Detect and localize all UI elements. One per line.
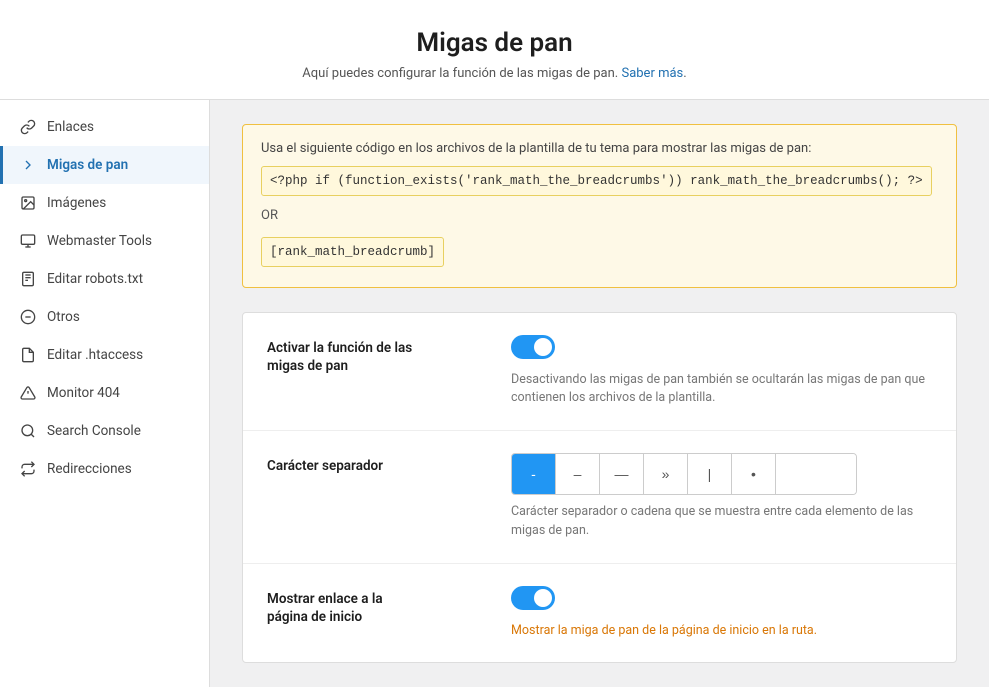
- page-subtitle: Aquí puedes configurar la función de las…: [20, 66, 969, 81]
- otros-icon: [19, 308, 37, 326]
- toggle-inicio[interactable]: [511, 586, 555, 610]
- sep-btn-dash[interactable]: -: [512, 454, 556, 494]
- settings-section: Activar la función de lasmigas de pan De…: [242, 312, 957, 664]
- sidebar-label-enlaces: Enlaces: [47, 119, 94, 135]
- sep-btn-em-dash[interactable]: —: [600, 454, 644, 494]
- separator-buttons: - – — » | •: [511, 453, 857, 495]
- sidebar-item-monitor404[interactable]: Monitor 404: [0, 374, 209, 412]
- section-label-separador: Carácter separador: [267, 453, 487, 476]
- sidebar-item-redirecciones[interactable]: Redirecciones: [0, 450, 209, 488]
- toggle-activar[interactable]: [511, 335, 555, 359]
- search-console-icon: [19, 422, 37, 440]
- section-content-separador: - – — » | • Carácter separador o cadena …: [511, 453, 932, 541]
- sidebar-item-search-console[interactable]: Search Console: [0, 412, 209, 450]
- sidebar-label-htaccess: Editar .htaccess: [47, 347, 143, 363]
- sep-btn-custom-input[interactable]: [776, 454, 856, 494]
- sep-btn-pipe[interactable]: |: [688, 454, 732, 494]
- sidebar-label-webmaster: Webmaster Tools: [47, 233, 152, 249]
- section-row-activar: Activar la función de lasmigas de pan De…: [243, 313, 956, 432]
- sidebar-label-imagenes: Imágenes: [47, 195, 106, 211]
- page-body: Enlaces Migas de pan: [0, 100, 989, 687]
- sidebar-label-otros: Otros: [47, 309, 80, 325]
- section-label-activar: Activar la función de lasmigas de pan: [267, 335, 487, 377]
- htaccess-icon: [19, 346, 37, 364]
- section-content-inicio: Mostrar la miga de pan de la página de i…: [511, 586, 932, 641]
- desc-activar: Desactivando las migas de pan también se…: [511, 371, 932, 409]
- page-title: Migas de pan: [20, 28, 969, 58]
- breadcrumb-icon: [19, 156, 37, 174]
- sidebar-item-otros[interactable]: Otros: [0, 298, 209, 336]
- page-header: Migas de pan Aquí puedes configurar la f…: [0, 0, 989, 100]
- sidebar-label-migas: Migas de pan: [47, 157, 128, 173]
- sidebar-item-imagenes[interactable]: Imágenes: [0, 184, 209, 222]
- sidebar-item-htaccess[interactable]: Editar .htaccess: [0, 336, 209, 374]
- page-container: Migas de pan Aquí puedes configurar la f…: [0, 0, 989, 687]
- sidebar-label-monitor: Monitor 404: [47, 385, 120, 401]
- info-box: Usa el siguiente código en los archivos …: [242, 124, 957, 288]
- code-line-2[interactable]: [rank_math_breadcrumb]: [261, 237, 444, 267]
- sidebar: Enlaces Migas de pan: [0, 100, 210, 687]
- redirecciones-icon: [19, 460, 37, 478]
- code-line-1[interactable]: <?php if (function_exists('rank_math_the…: [261, 166, 932, 196]
- sidebar-item-webmaster[interactable]: Webmaster Tools: [0, 222, 209, 260]
- desc-separador: Carácter separador o cadena que se muest…: [511, 503, 932, 541]
- sep-btn-raquo[interactable]: »: [644, 454, 688, 494]
- sidebar-label-search-console: Search Console: [47, 423, 141, 439]
- section-label-inicio: Mostrar enlace a lapágina de inicio: [267, 586, 487, 628]
- section-row-inicio: Mostrar enlace a lapágina de inicio Most…: [243, 564, 956, 663]
- section-content-activar: Desactivando las migas de pan también se…: [511, 335, 932, 409]
- sep-btn-en-dash[interactable]: –: [556, 454, 600, 494]
- sidebar-item-robots[interactable]: Editar robots.txt: [0, 260, 209, 298]
- saber-mas-link[interactable]: Saber más: [621, 66, 683, 81]
- main-content: Usa el siguiente código en los archivos …: [210, 100, 989, 687]
- sidebar-item-migas-de-pan[interactable]: Migas de pan: [0, 146, 209, 184]
- sidebar-item-enlaces[interactable]: Enlaces: [0, 108, 209, 146]
- sidebar-label-redirecciones: Redirecciones: [47, 461, 132, 477]
- webmaster-icon: [19, 232, 37, 250]
- monitor-icon: [19, 384, 37, 402]
- robots-icon: [19, 270, 37, 288]
- link-icon: [19, 118, 37, 136]
- desc-inicio: Mostrar la miga de pan de la página de i…: [511, 622, 932, 641]
- or-divider: OR: [261, 206, 938, 227]
- section-row-separador: Carácter separador - – — » | • Carácter …: [243, 431, 956, 564]
- sidebar-label-robots: Editar robots.txt: [47, 271, 143, 287]
- info-box-text: Usa el siguiente código en los archivos …: [261, 141, 811, 156]
- sep-btn-bullet[interactable]: •: [732, 454, 776, 494]
- images-icon: [19, 194, 37, 212]
